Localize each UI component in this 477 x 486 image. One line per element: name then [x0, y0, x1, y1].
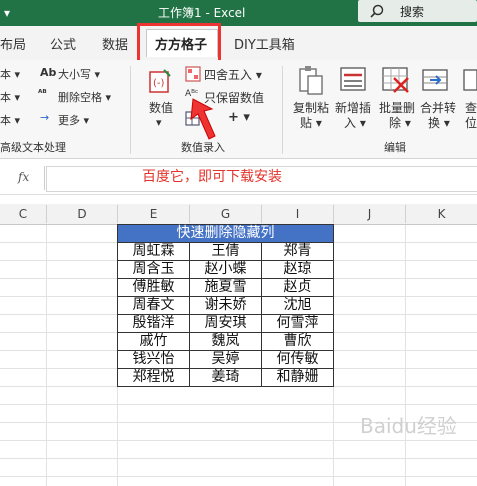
group-separator [282, 66, 283, 154]
table-row: 周含玉 赵小蝶 赵琼 [117, 260, 334, 279]
copy-paste-icon [299, 66, 323, 95]
merge-label[interactable]: 换 ▾ [428, 114, 450, 131]
table-cell[interactable]: 郑青 [261, 242, 334, 261]
table-cell[interactable]: 周含玉 [117, 260, 190, 279]
table-row: 钱兴怡 吴婷 何传敏 [117, 350, 334, 369]
ribbon-item[interactable]: 本 ▾ [0, 66, 20, 82]
table-cell[interactable]: 钱兴怡 [117, 350, 190, 369]
watermark: Baidu经验 [360, 414, 457, 438]
table-cell[interactable]: 周春文 [117, 296, 190, 315]
tab-layout[interactable]: 布局 [0, 34, 26, 53]
annotation-text: 百度它，即可下载安装 [142, 169, 282, 185]
group-separator [130, 66, 131, 154]
insert-label[interactable]: 入 ▾ [344, 114, 366, 131]
grid-line [46, 225, 47, 486]
case-icon: Ab [40, 66, 57, 79]
table-cell[interactable]: 何雪萍 [261, 314, 334, 333]
dropdown-arrow-icon[interactable]: ▾ [4, 0, 10, 26]
search-icon [370, 4, 384, 18]
svg-text:(-): (-) [153, 78, 165, 89]
table-cell[interactable]: 傅胜敏 [117, 278, 190, 297]
numeric-icon: (-) [149, 69, 171, 93]
table-cell[interactable]: 戚竹 [117, 332, 190, 351]
tab-diy-toolbox[interactable]: DIY工具箱 [234, 34, 295, 53]
table-header-row: 快速删除隐藏列 [117, 224, 334, 243]
plus-button[interactable]: + ▾ [228, 110, 250, 125]
table-cell[interactable]: 沈旭 [261, 296, 334, 315]
table-title-cell[interactable]: 快速删除隐藏列 [117, 224, 334, 243]
group-label-text: 高级文本处理 [0, 141, 66, 154]
table-cell[interactable]: 殷锴洋 [117, 314, 190, 333]
numeric-button[interactable]: 数值 [149, 99, 173, 116]
table-cell[interactable]: 姜琦 [189, 368, 262, 387]
table-cell[interactable]: 施夏雪 [189, 278, 262, 297]
table-cell[interactable]: 和静姗 [261, 368, 334, 387]
table-cell[interactable]: 周安琪 [189, 314, 262, 333]
column-header-g[interactable]: G [190, 205, 262, 223]
table-row: 傅胜敏 施夏雪 赵贞 [117, 278, 334, 297]
insert-icon [340, 67, 366, 91]
fx-icon[interactable]: fx [18, 170, 29, 184]
tab-data[interactable]: 数据 [102, 34, 128, 53]
rounding-button[interactable]: 四舍五入 ▾ [204, 66, 262, 83]
ribbon-item[interactable]: 本 ▾ [0, 89, 20, 105]
merge-icon [422, 69, 448, 91]
column-header-k[interactable]: K [406, 205, 477, 223]
table-row: 郑程悦 姜琦 和静姗 [117, 368, 334, 387]
case-button[interactable]: 大小写 ▾ [58, 66, 100, 82]
table-cell[interactable]: 吴婷 [189, 350, 262, 369]
tab-formulas[interactable]: 公式 [50, 34, 76, 53]
table-row: 戚竹 魏岚 曹欣 [117, 332, 334, 351]
red-arrow-icon [190, 98, 216, 140]
column-header-j[interactable]: J [334, 205, 406, 223]
copy-paste-label[interactable]: 贴 ▾ [300, 114, 322, 131]
table-cell[interactable]: 何传敏 [261, 350, 334, 369]
data-table: 快速删除隐藏列 周虹霖 王倩 郑青 周含玉 赵小蝶 赵琼 傅胜敏 施夏雪 赵贞 … [117, 224, 334, 387]
table-cell[interactable]: 王倩 [189, 242, 262, 261]
ribbon-item[interactable]: 本 ▾ [0, 112, 20, 128]
delete-space-icon: ᴬᴮ [38, 89, 47, 99]
column-header-i[interactable]: I [262, 205, 334, 223]
search-label: 搜索 [400, 5, 425, 19]
table-cell[interactable]: 郑程悦 [117, 368, 190, 387]
table-cell[interactable]: 赵琼 [261, 260, 334, 279]
table-cell[interactable]: 周虹霖 [117, 242, 190, 261]
table-cell[interactable]: 赵贞 [261, 278, 334, 297]
search-box[interactable]: 搜索 [358, 0, 477, 22]
table-cell[interactable]: 赵小蝶 [189, 260, 262, 279]
grid-line [405, 225, 406, 486]
column-header-e[interactable]: E [118, 205, 190, 223]
more-button[interactable]: 更多 ▾ [58, 112, 89, 128]
table-cell[interactable]: 曹欣 [261, 332, 334, 351]
column-header-c[interactable]: C [0, 205, 47, 223]
table-row: 周春文 谢未娇 沈旭 [117, 296, 334, 315]
delete-space-button[interactable]: 删除空格 ▾ [58, 89, 111, 105]
table-row: 殷锴洋 周安琪 何雪萍 [117, 314, 334, 333]
more-icon: → [40, 111, 50, 124]
table-cell[interactable]: 魏岚 [189, 332, 262, 351]
chevron-down-icon[interactable]: ▾ [156, 116, 162, 129]
group-label-text: 编辑 [384, 141, 406, 154]
batch-delete-icon [382, 67, 409, 93]
rounding-icon [185, 66, 201, 82]
find-icon [463, 69, 477, 91]
extra-label[interactable]: 位 [465, 114, 477, 131]
column-header-d[interactable]: D [47, 205, 118, 223]
table-cell[interactable]: 谢未娇 [189, 296, 262, 315]
table-row: 周虹霖 王倩 郑青 [117, 242, 334, 261]
batch-delete-label[interactable]: 除 ▾ [389, 114, 411, 131]
